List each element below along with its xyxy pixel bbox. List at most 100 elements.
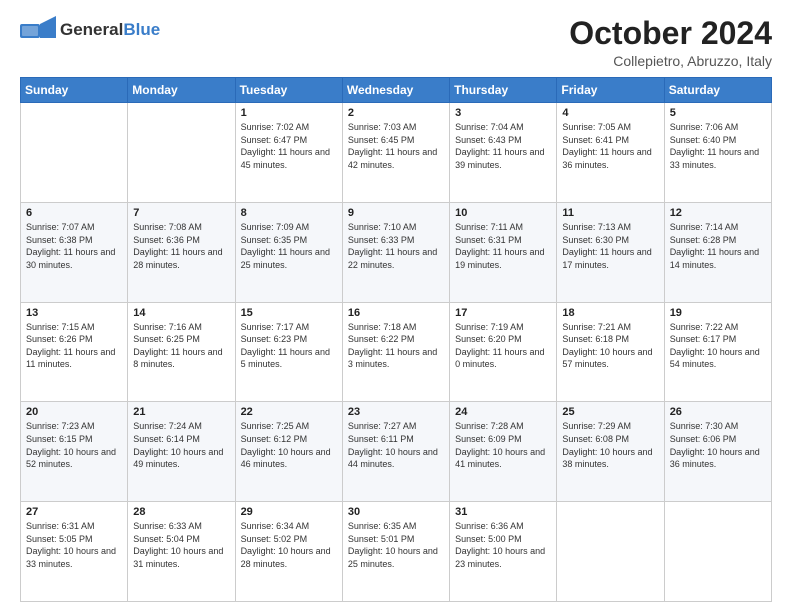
day-number: 12 bbox=[670, 207, 766, 219]
day-info: Sunrise: 7:02 AM Sunset: 6:47 PM Dayligh… bbox=[241, 121, 337, 171]
day-number: 6 bbox=[26, 207, 122, 219]
calendar-cell bbox=[664, 502, 771, 602]
day-info: Sunrise: 7:22 AM Sunset: 6:17 PM Dayligh… bbox=[670, 321, 766, 371]
day-info: Sunrise: 7:15 AM Sunset: 6:26 PM Dayligh… bbox=[26, 321, 122, 371]
day-number: 30 bbox=[348, 506, 444, 518]
day-info: Sunrise: 7:14 AM Sunset: 6:28 PM Dayligh… bbox=[670, 221, 766, 271]
day-number: 10 bbox=[455, 207, 551, 219]
calendar-week-row: 6 Sunrise: 7:07 AM Sunset: 6:38 PM Daylig… bbox=[21, 202, 772, 302]
calendar-cell: 2Sunrise: 7:03 AM Sunset: 6:45 PM Daylig… bbox=[342, 103, 449, 203]
day-number: 28 bbox=[133, 506, 229, 518]
calendar-cell: 18Sunrise: 7:21 AM Sunset: 6:18 PM Dayli… bbox=[557, 302, 664, 402]
day-number: 13 bbox=[26, 307, 122, 319]
calendar-cell: 21 Sunrise: 7:24 AM Sunset: 6:14 PM Dayli… bbox=[128, 402, 235, 502]
day-header-monday: Monday bbox=[128, 78, 235, 103]
day-number: 22 bbox=[241, 406, 337, 418]
calendar-cell: 17Sunrise: 7:19 AM Sunset: 6:20 PM Dayli… bbox=[450, 302, 557, 402]
day-number: 7 bbox=[133, 207, 229, 219]
calendar-cell: 16 Sunrise: 7:18 AM Sunset: 6:22 PM Dayli… bbox=[342, 302, 449, 402]
day-number: 18 bbox=[562, 307, 658, 319]
calendar-cell: 1 Sunrise: 7:02 AM Sunset: 6:47 PM Daylig… bbox=[235, 103, 342, 203]
day-info: Sunrise: 7:17 AM Sunset: 6:23 PM Dayligh… bbox=[241, 321, 337, 371]
title-section: October 2024 Collepietro, Abruzzo, Italy bbox=[569, 16, 772, 69]
day-info: Sunrise: 7:10 AM Sunset: 6:33 PM Dayligh… bbox=[348, 221, 444, 271]
calendar-cell: 7 Sunrise: 7:08 AM Sunset: 6:36 PM Daylig… bbox=[128, 202, 235, 302]
calendar-week-row: 27 Sunrise: 6:31 AM Sunset: 5:05 PM Dayli… bbox=[21, 502, 772, 602]
day-info: Sunrise: 6:31 AM Sunset: 5:05 PM Dayligh… bbox=[26, 520, 122, 570]
day-info: Sunrise: 7:16 AM Sunset: 6:25 PM Dayligh… bbox=[133, 321, 229, 371]
logo-general: General bbox=[60, 20, 123, 39]
day-info: Sunrise: 6:34 AM Sunset: 5:02 PM Dayligh… bbox=[241, 520, 337, 570]
calendar-cell: 24 Sunrise: 7:28 AM Sunset: 6:09 PM Dayli… bbox=[450, 402, 557, 502]
calendar-cell: 3Sunrise: 7:04 AM Sunset: 6:43 PM Daylig… bbox=[450, 103, 557, 203]
calendar-week-row: 20 Sunrise: 7:23 AM Sunset: 6:15 PM Dayli… bbox=[21, 402, 772, 502]
day-info: Sunrise: 7:24 AM Sunset: 6:14 PM Dayligh… bbox=[133, 420, 229, 470]
header: GeneralBlue October 2024 Collepietro, Ab… bbox=[20, 16, 772, 69]
page: GeneralBlue October 2024 Collepietro, Ab… bbox=[0, 0, 792, 612]
day-info: Sunrise: 7:23 AM Sunset: 6:15 PM Dayligh… bbox=[26, 420, 122, 470]
day-number: 17 bbox=[455, 307, 551, 319]
day-number: 20 bbox=[26, 406, 122, 418]
day-info: Sunrise: 6:35 AM Sunset: 5:01 PM Dayligh… bbox=[348, 520, 444, 570]
day-number: 27 bbox=[26, 506, 122, 518]
calendar-cell: 27 Sunrise: 6:31 AM Sunset: 5:05 PM Dayli… bbox=[21, 502, 128, 602]
calendar-cell: 25Sunrise: 7:29 AM Sunset: 6:08 PM Dayli… bbox=[557, 402, 664, 502]
day-info: Sunrise: 7:25 AM Sunset: 6:12 PM Dayligh… bbox=[241, 420, 337, 470]
day-number: 4 bbox=[562, 107, 658, 119]
day-info: Sunrise: 7:03 AM Sunset: 6:45 PM Dayligh… bbox=[348, 121, 444, 171]
day-number: 31 bbox=[455, 506, 551, 518]
day-info: Sunrise: 7:18 AM Sunset: 6:22 PM Dayligh… bbox=[348, 321, 444, 371]
day-info: Sunrise: 7:28 AM Sunset: 6:09 PM Dayligh… bbox=[455, 420, 551, 470]
calendar-cell: 8 Sunrise: 7:09 AM Sunset: 6:35 PM Daylig… bbox=[235, 202, 342, 302]
day-info: Sunrise: 6:33 AM Sunset: 5:04 PM Dayligh… bbox=[133, 520, 229, 570]
day-info: Sunrise: 7:27 AM Sunset: 6:11 PM Dayligh… bbox=[348, 420, 444, 470]
calendar-cell: 11Sunrise: 7:13 AM Sunset: 6:30 PM Dayli… bbox=[557, 202, 664, 302]
day-header-tuesday: Tuesday bbox=[235, 78, 342, 103]
calendar-cell: 20 Sunrise: 7:23 AM Sunset: 6:15 PM Dayli… bbox=[21, 402, 128, 502]
day-number: 1 bbox=[241, 107, 337, 119]
calendar-table: SundayMondayTuesdayWednesdayThursdayFrid… bbox=[20, 77, 772, 602]
calendar-cell: 9Sunrise: 7:10 AM Sunset: 6:33 PM Daylig… bbox=[342, 202, 449, 302]
calendar-cell bbox=[128, 103, 235, 203]
day-number: 14 bbox=[133, 307, 229, 319]
day-header-sunday: Sunday bbox=[21, 78, 128, 103]
calendar-cell: 10 Sunrise: 7:11 AM Sunset: 6:31 PM Dayli… bbox=[450, 202, 557, 302]
day-number: 23 bbox=[348, 406, 444, 418]
day-info: Sunrise: 7:07 AM Sunset: 6:38 PM Dayligh… bbox=[26, 221, 122, 271]
calendar-cell: 14 Sunrise: 7:16 AM Sunset: 6:25 PM Dayli… bbox=[128, 302, 235, 402]
day-info: Sunrise: 7:30 AM Sunset: 6:06 PM Dayligh… bbox=[670, 420, 766, 470]
day-number: 11 bbox=[562, 207, 658, 219]
day-info: Sunrise: 7:09 AM Sunset: 6:35 PM Dayligh… bbox=[241, 221, 337, 271]
calendar-cell: 30 Sunrise: 6:35 AM Sunset: 5:01 PM Dayli… bbox=[342, 502, 449, 602]
day-number: 26 bbox=[670, 406, 766, 418]
calendar-cell: 12 Sunrise: 7:14 AM Sunset: 6:28 PM Dayli… bbox=[664, 202, 771, 302]
day-info: Sunrise: 7:08 AM Sunset: 6:36 PM Dayligh… bbox=[133, 221, 229, 271]
calendar-week-row: 1 Sunrise: 7:02 AM Sunset: 6:47 PM Daylig… bbox=[21, 103, 772, 203]
calendar-cell: 28 Sunrise: 6:33 AM Sunset: 5:04 PM Dayli… bbox=[128, 502, 235, 602]
day-number: 8 bbox=[241, 207, 337, 219]
day-info: Sunrise: 7:06 AM Sunset: 6:40 PM Dayligh… bbox=[670, 121, 766, 171]
month-title: October 2024 bbox=[569, 16, 772, 51]
day-info: Sunrise: 7:11 AM Sunset: 6:31 PM Dayligh… bbox=[455, 221, 551, 271]
day-header-wednesday: Wednesday bbox=[342, 78, 449, 103]
day-header-saturday: Saturday bbox=[664, 78, 771, 103]
day-number: 25 bbox=[562, 406, 658, 418]
day-number: 16 bbox=[348, 307, 444, 319]
day-info: Sunrise: 7:04 AM Sunset: 6:43 PM Dayligh… bbox=[455, 121, 551, 171]
calendar-cell: 13 Sunrise: 7:15 AM Sunset: 6:26 PM Dayli… bbox=[21, 302, 128, 402]
calendar-cell: 29 Sunrise: 6:34 AM Sunset: 5:02 PM Dayli… bbox=[235, 502, 342, 602]
day-number: 21 bbox=[133, 406, 229, 418]
calendar-cell bbox=[21, 103, 128, 203]
calendar-cell: 6 Sunrise: 7:07 AM Sunset: 6:38 PM Daylig… bbox=[21, 202, 128, 302]
day-number: 24 bbox=[455, 406, 551, 418]
logo: GeneralBlue bbox=[20, 16, 160, 44]
calendar-cell: 4 Sunrise: 7:05 AM Sunset: 6:41 PM Daylig… bbox=[557, 103, 664, 203]
calendar-cell: 31 Sunrise: 6:36 AM Sunset: 5:00 PM Dayli… bbox=[450, 502, 557, 602]
day-number: 29 bbox=[241, 506, 337, 518]
day-info: Sunrise: 7:05 AM Sunset: 6:41 PM Dayligh… bbox=[562, 121, 658, 171]
day-info: Sunrise: 6:36 AM Sunset: 5:00 PM Dayligh… bbox=[455, 520, 551, 570]
day-number: 19 bbox=[670, 307, 766, 319]
calendar-cell: 5Sunrise: 7:06 AM Sunset: 6:40 PM Daylig… bbox=[664, 103, 771, 203]
logo-icon bbox=[20, 16, 56, 44]
logo-blue: Blue bbox=[123, 20, 160, 39]
